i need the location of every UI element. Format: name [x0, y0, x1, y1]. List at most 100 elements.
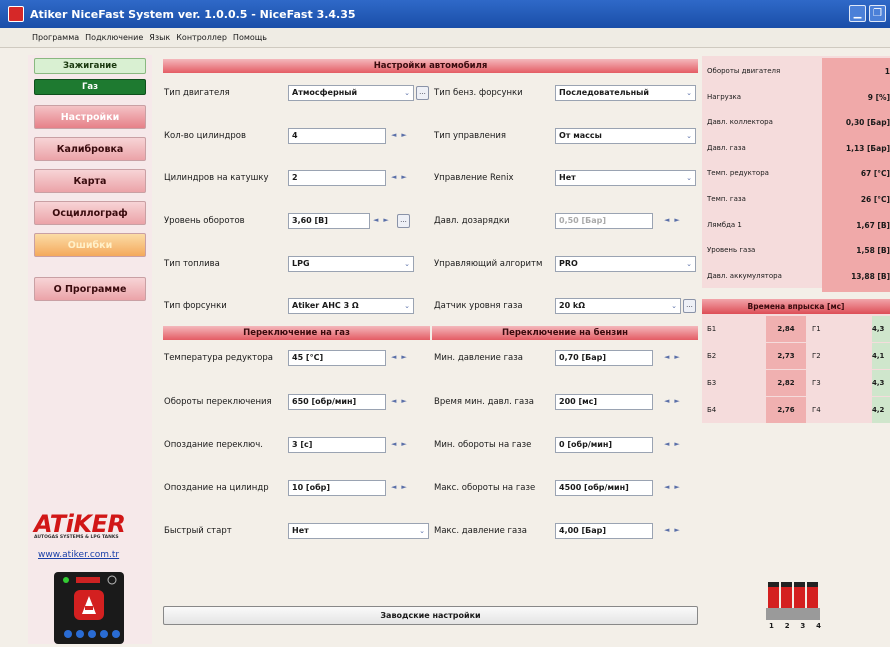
browse-button[interactable]: ...: [416, 86, 429, 100]
petrol-injector-label: Б4: [707, 406, 717, 414]
field-label: Мин. обороты на газе: [434, 440, 532, 450]
chevron-down-icon[interactable]: ⌄: [683, 129, 695, 143]
setting-field[interactable]: PRO: [555, 256, 696, 272]
setting-field[interactable]: 3 [с]: [288, 437, 386, 453]
setting-field[interactable]: От массы: [555, 128, 696, 144]
browse-button[interactable]: ...: [397, 214, 410, 228]
injection-row: Б4 2,76 Г4 4,2: [702, 397, 890, 424]
browse-button[interactable]: ...: [683, 299, 696, 313]
chevron-down-icon[interactable]: ⌄: [401, 86, 413, 100]
chevron-down-icon[interactable]: ⌄: [683, 257, 695, 271]
stepper-arrows-icon[interactable]: ◄►: [391, 173, 412, 181]
controller-device-image: [54, 572, 124, 644]
setting-field[interactable]: 10 [обр]: [288, 480, 386, 496]
stepper-arrows-icon[interactable]: ◄►: [664, 353, 685, 361]
title-bar: Atiker NiceFast System ver. 1.0.0.5 - Ni…: [0, 0, 890, 28]
sidebar-item-errors[interactable]: Ошибки: [34, 233, 146, 257]
menu-item[interactable]: Помощь: [233, 33, 267, 42]
chevron-down-icon[interactable]: ⌄: [416, 524, 428, 538]
setting-field[interactable]: 0 [обр/мин]: [555, 437, 653, 453]
chevron-down-icon[interactable]: ⌄: [668, 299, 680, 313]
gas-status-indicator: Газ: [34, 79, 146, 95]
stepper-arrows-icon[interactable]: ◄►: [664, 483, 685, 491]
setting-field[interactable]: Атмосферный: [288, 85, 414, 101]
setting-field[interactable]: 200 [мс]: [555, 394, 653, 410]
field-label: Тип топлива: [164, 259, 220, 269]
petrol-injection-time: 2,76: [766, 397, 806, 423]
gas-injector-label: Г4: [812, 406, 821, 414]
stepper-arrows-icon[interactable]: ◄►: [391, 483, 412, 491]
stepper-arrows-icon[interactable]: ◄►: [373, 216, 394, 224]
stepper-arrows-icon[interactable]: ◄►: [391, 353, 412, 361]
field-label: Макс. давление газа: [434, 526, 527, 536]
rail-number: 2: [784, 622, 790, 630]
field-label: Тип бенз. форсунки: [434, 88, 523, 98]
chevron-down-icon[interactable]: ⌄: [401, 299, 413, 313]
sidebar-item-map[interactable]: Карта: [34, 169, 146, 193]
field-label: Опоздание на цилиндр: [164, 483, 269, 493]
setting-field[interactable]: Последовательный: [555, 85, 696, 101]
chevron-down-icon[interactable]: ⌄: [683, 86, 695, 100]
setting-field[interactable]: 4,00 [Бар]: [555, 523, 653, 539]
setting-field[interactable]: 4500 [обр/мин]: [555, 480, 653, 496]
setting-field[interactable]: 0,70 [Бар]: [555, 350, 653, 366]
website-link[interactable]: www.atiker.com.tr: [38, 550, 119, 560]
stepper-arrows-icon[interactable]: ◄►: [664, 526, 685, 534]
setting-field[interactable]: 4: [288, 128, 386, 144]
app-icon: [8, 6, 24, 22]
setting-field[interactable]: 650 [обр/мин]: [288, 394, 386, 410]
sidebar: Зажигание Газ Настройки Калибровка Карта…: [28, 55, 152, 644]
injection-times-header: Времена впрыска [мс]: [702, 299, 890, 314]
gas-injection-time: 4,3: [872, 316, 890, 342]
settings-panel: Настройки автомобиля Тип двигателя Атмосф…: [156, 55, 702, 644]
window-title: Atiker NiceFast System ver. 1.0.0.5 - Ni…: [30, 7, 356, 21]
factory-settings-button[interactable]: Заводские настройки: [163, 606, 698, 625]
monitor-label: Давл. газа: [707, 143, 746, 152]
stepper-arrows-icon[interactable]: ◄►: [664, 397, 685, 405]
setting-field[interactable]: 2: [288, 170, 386, 186]
field-label: Макс. обороты на газе: [434, 483, 536, 493]
live-monitor-panel: Обороты двигателя 1 Нагрузка 9 [%] Давл. кол…: [702, 56, 890, 292]
monitor-label: Обороты двигателя: [707, 67, 781, 75]
setting-field[interactable]: 20 kΩ: [555, 298, 681, 314]
setting-field[interactable]: 0,50 [Бар]: [555, 213, 653, 229]
setting-field[interactable]: Нет: [288, 523, 429, 539]
setting-field[interactable]: 45 [°C]: [288, 350, 386, 366]
gas-injector-label: Г2: [812, 352, 821, 360]
stepper-arrows-icon[interactable]: ◄►: [391, 440, 412, 448]
menu-item[interactable]: Контроллер: [176, 33, 227, 42]
menu-item[interactable]: Язык: [149, 33, 170, 42]
maximize-button[interactable]: ❐: [869, 5, 886, 22]
monitor-label: Нагрузка: [707, 92, 742, 101]
chevron-down-icon[interactable]: ⌄: [401, 257, 413, 271]
field-label: Уровень оборотов: [164, 216, 245, 226]
stepper-arrows-icon[interactable]: ◄►: [664, 216, 685, 224]
gas-injection-time: 4,1: [872, 343, 890, 369]
minimize-button[interactable]: ▁: [849, 5, 866, 22]
sidebar-item-about[interactable]: О Программе: [34, 277, 146, 301]
setting-field[interactable]: LPG: [288, 256, 414, 272]
injection-row: Б3 2,82 Г3 4,3: [702, 370, 890, 397]
petrol-injection-time: 2,73: [766, 343, 806, 369]
gas-injector-label: Г1: [812, 325, 821, 333]
menu-item[interactable]: Подключение: [85, 33, 143, 42]
field-label: Управление Renix: [434, 173, 514, 183]
sidebar-item-calibration[interactable]: Калибровка: [34, 137, 146, 161]
monitor-label: Давл. коллектора: [707, 118, 773, 127]
setting-field[interactable]: Atiker AHC 3 Ω: [288, 298, 414, 314]
chevron-down-icon[interactable]: ⌄: [683, 171, 695, 185]
stepper-arrows-icon[interactable]: ◄►: [391, 397, 412, 405]
rail-number: 1: [769, 622, 774, 630]
sidebar-item-oscilloscope[interactable]: Осциллограф: [34, 201, 146, 225]
gas-injection-time: 4,2: [872, 397, 890, 423]
stepper-arrows-icon[interactable]: ◄►: [391, 131, 412, 139]
injection-row: Б2 2,73 Г2 4,1: [702, 343, 890, 370]
sidebar-item-settings[interactable]: Настройки: [34, 105, 146, 129]
field-label: Цилиндров на катушку: [164, 173, 269, 183]
menu-item[interactable]: Программа: [32, 33, 79, 42]
setting-field[interactable]: 3,60 [В]: [288, 213, 370, 229]
field-label: Давл. дозарядки: [434, 216, 510, 226]
field-label: Датчик уровня газа: [434, 301, 523, 311]
stepper-arrows-icon[interactable]: ◄►: [664, 440, 685, 448]
setting-field[interactable]: Нет: [555, 170, 696, 186]
